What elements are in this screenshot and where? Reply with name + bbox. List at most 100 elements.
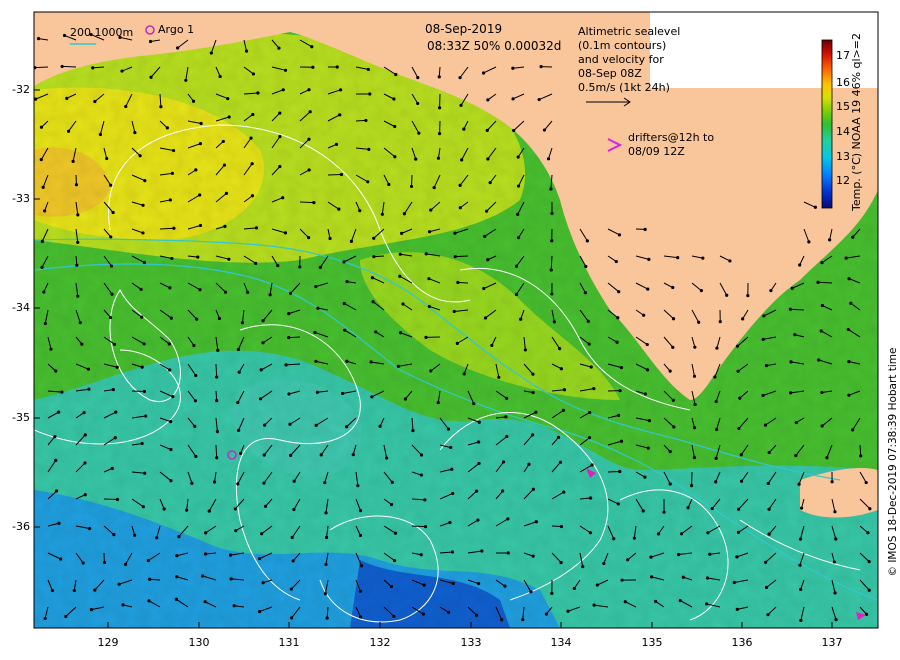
velocity-arrow-head — [501, 489, 505, 493]
velocity-arrow-head — [167, 342, 171, 346]
velocity-arrow-head — [369, 360, 373, 364]
velocity-arrow-head — [83, 493, 87, 497]
velocity-arrow-head — [312, 201, 316, 205]
velocity-arrow-head — [834, 537, 838, 541]
velocity-arrow — [131, 390, 145, 393]
velocity-arrow-head — [324, 511, 328, 515]
velocity-arrow-head — [566, 609, 570, 613]
velocity-arrow-head — [706, 531, 710, 535]
velocity-arrow-head — [113, 436, 117, 440]
velocity-arrow-head — [66, 129, 71, 133]
velocity-arrow-head — [398, 252, 402, 256]
velocity-arrow-head — [198, 288, 202, 292]
velocity-arrow-head — [460, 158, 464, 162]
velocity-arrow-head — [115, 497, 120, 502]
velocity-arrow-head — [393, 531, 398, 535]
velocity-arrow-head — [623, 600, 627, 604]
velocity-arrow-head — [39, 125, 44, 129]
velocity-arrow-head — [767, 450, 771, 455]
velocity-arrow-head — [477, 440, 481, 444]
velocity-arrow-head — [867, 588, 871, 592]
altimetry-note: Altimetric sealevel (0.1m contours) and … — [578, 25, 680, 95]
velocity-arrow-head — [620, 578, 624, 582]
velocity-arrow-head — [234, 529, 238, 533]
velocity-arrow-head — [263, 423, 267, 427]
velocity-arrow-head — [429, 369, 433, 373]
velocity-arrow-head — [531, 372, 535, 376]
velocity-arrow-head — [616, 316, 620, 320]
velocity-arrow-head — [833, 591, 837, 595]
velocity-arrow-head — [140, 365, 144, 369]
altimetry-line-3: and velocity for — [578, 53, 664, 66]
velocity-arrow-head — [588, 410, 592, 415]
velocity-arrow-head — [314, 423, 318, 427]
velocity-arrow-head — [57, 410, 61, 414]
velocity-arrow-head — [108, 315, 113, 320]
velocity-arrow-head — [277, 46, 281, 50]
velocity-arrow-head — [501, 460, 506, 464]
velocity-arrow-head — [766, 613, 770, 617]
velocity-arrow-head — [261, 319, 265, 323]
velocity-arrow-head — [342, 301, 346, 306]
velocity-arrow-head — [191, 99, 196, 103]
velocity-arrow-head — [316, 306, 320, 310]
velocity-arrow-head — [311, 65, 315, 69]
velocity-arrow-head — [339, 88, 343, 92]
velocity-arrow-head — [398, 331, 403, 335]
velocity-arrow-head — [701, 256, 705, 260]
velocity-arrow-head — [846, 327, 850, 332]
velocity-arrow — [299, 201, 314, 204]
velocity-arrow-head — [549, 268, 553, 272]
velocity-arrow-head — [194, 454, 198, 459]
velocity-arrow-head — [215, 399, 219, 403]
velocity-arrow-head — [257, 609, 262, 614]
velocity-arrow-head — [55, 489, 59, 493]
velocity-arrow-head — [718, 320, 722, 324]
velocity-arrow-head — [481, 71, 486, 75]
velocity-arrow-head — [527, 462, 531, 466]
velocity-arrow-head — [261, 341, 265, 345]
velocity-arrow-head — [531, 390, 535, 395]
velocity-arrow-head — [358, 209, 362, 213]
velocity-arrow-head — [169, 447, 173, 452]
velocity-arrow-head — [477, 582, 481, 586]
velocity-arrow-head — [641, 509, 645, 513]
velocity-arrow-head — [193, 399, 197, 403]
velocity-arrow-head — [645, 342, 649, 347]
velocity-arrow-head — [416, 76, 420, 80]
velocity-arrow-head — [534, 520, 538, 524]
velocity-arrow-head — [89, 607, 94, 612]
velocity-arrow-head — [736, 530, 741, 534]
velocity-arrow-head — [232, 604, 236, 608]
velocity-arrow-head — [251, 112, 255, 117]
velocity-arrow-head — [592, 387, 596, 391]
velocity-arrow-head — [746, 293, 750, 298]
velocity-arrow-head — [710, 506, 714, 511]
x-tick-label: 130 — [188, 636, 210, 649]
velocity-arrow-head — [512, 128, 516, 133]
velocity-arrow-head — [308, 110, 312, 114]
velocity-arrow-head — [505, 434, 509, 439]
velocity-arrow-head — [318, 265, 322, 269]
velocity-arrow-head — [221, 139, 225, 144]
velocity-arrow-head — [335, 65, 339, 69]
velocity-arrow-head — [223, 290, 228, 294]
velocity-arrow-head — [239, 451, 243, 456]
velocity-arrow-head — [847, 360, 851, 364]
velocity-arrow-head — [865, 612, 869, 616]
velocity-arrow-head — [140, 441, 144, 446]
velocity-arrow-head — [737, 426, 741, 431]
velocity-arrow-head — [477, 461, 481, 466]
velocity-arrow-head — [615, 340, 619, 344]
velocity-arrow-head — [626, 558, 630, 562]
velocity-arrow-head — [588, 531, 593, 535]
velocity-arrow-head — [458, 206, 462, 210]
velocity-arrow-head — [671, 345, 675, 349]
velocity-arrow-head — [343, 328, 347, 332]
velocity-arrow-head — [490, 343, 494, 348]
y-tick-label: -36 — [12, 520, 30, 533]
velocity-arrow-head — [832, 560, 836, 564]
velocity-arrow-head — [618, 389, 622, 393]
velocity-arrow-head — [503, 584, 507, 588]
velocity-arrow-head — [201, 574, 205, 578]
